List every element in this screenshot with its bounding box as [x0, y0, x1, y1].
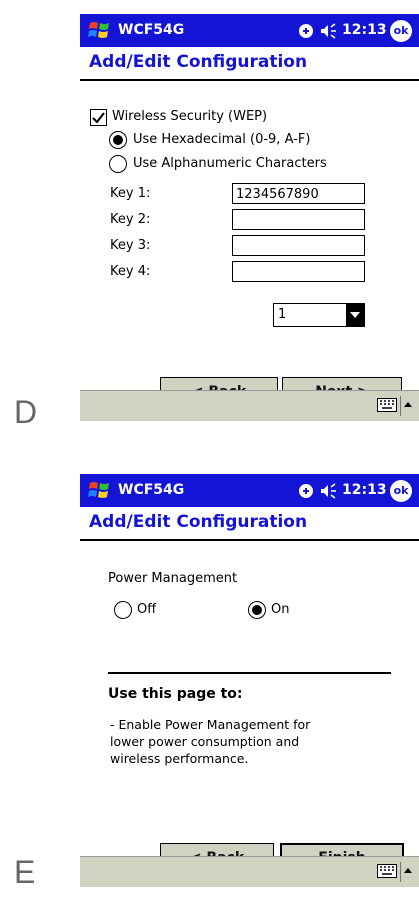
ok-button[interactable]: ok [390, 20, 412, 42]
radio-on-label: On [271, 602, 290, 617]
radio-hexadecimal[interactable] [109, 131, 127, 149]
ok-button[interactable]: ok [390, 480, 412, 502]
keyboard-icon[interactable] [377, 864, 397, 878]
app-title: WCF54G [118, 482, 185, 498]
input-panel-toggle[interactable] [400, 862, 413, 882]
checkmark-icon [92, 112, 105, 124]
divider [108, 672, 391, 674]
screen-e: WCF54G 12:13 ok Add/Edit Configuration P… [80, 474, 419, 914]
speaker-icon[interactable] [320, 483, 338, 499]
wep-checkbox[interactable] [90, 109, 107, 126]
key-3-input[interactable] [232, 235, 365, 256]
key-1-label: Key 1: [110, 186, 151, 201]
panel-label-e: E [14, 854, 36, 890]
wep-checkbox-label: Wireless Security (WEP) [112, 109, 268, 124]
radio-on[interactable] [248, 601, 266, 619]
radio-off[interactable] [114, 601, 132, 619]
clock[interactable]: 12:13 [342, 22, 387, 38]
key-4-label: Key 4: [110, 264, 151, 279]
default-key-value: 1 [278, 307, 287, 322]
screen-d: WCF54G 12:13 ok Add/Edit Configuration W… [80, 14, 419, 421]
page-title: Add/Edit Configuration [80, 507, 419, 541]
app-title: WCF54G [118, 22, 185, 38]
taskbar [80, 390, 419, 421]
panel-label-d: D [14, 394, 38, 430]
title-bar: WCF54G 12:13 ok [80, 474, 419, 507]
radio-hexadecimal-label: Use Hexadecimal (0-9, A-F) [133, 132, 311, 147]
start-menu-icon[interactable] [88, 20, 112, 40]
help-heading: Use this page to: [108, 686, 243, 702]
taskbar [80, 856, 419, 887]
help-text: - Enable Power Management for lower powe… [110, 717, 311, 766]
input-panel-toggle[interactable] [400, 396, 413, 416]
radio-alphanumeric-label: Use Alphanumeric Characters [133, 156, 327, 171]
connectivity-icon[interactable] [298, 483, 314, 499]
speaker-icon[interactable] [320, 23, 338, 39]
key-2-input[interactable] [232, 209, 365, 230]
start-menu-icon[interactable] [88, 480, 112, 500]
connectivity-icon[interactable] [298, 23, 314, 39]
key-1-input[interactable]: 1234567890 [232, 183, 365, 204]
page-title: Add/Edit Configuration [80, 47, 419, 81]
key-3-label: Key 3: [110, 238, 151, 253]
default-key-select[interactable]: 1 [273, 303, 365, 327]
key-2-label: Key 2: [110, 212, 151, 227]
title-bar: WCF54G 12:13 ok [80, 14, 419, 47]
chevron-down-icon [346, 304, 364, 326]
clock[interactable]: 12:13 [342, 482, 387, 498]
power-management-label: Power Management [108, 571, 238, 586]
keyboard-icon[interactable] [377, 398, 397, 412]
radio-alphanumeric[interactable] [109, 155, 127, 173]
key-4-input[interactable] [232, 261, 365, 282]
radio-off-label: Off [137, 602, 157, 617]
